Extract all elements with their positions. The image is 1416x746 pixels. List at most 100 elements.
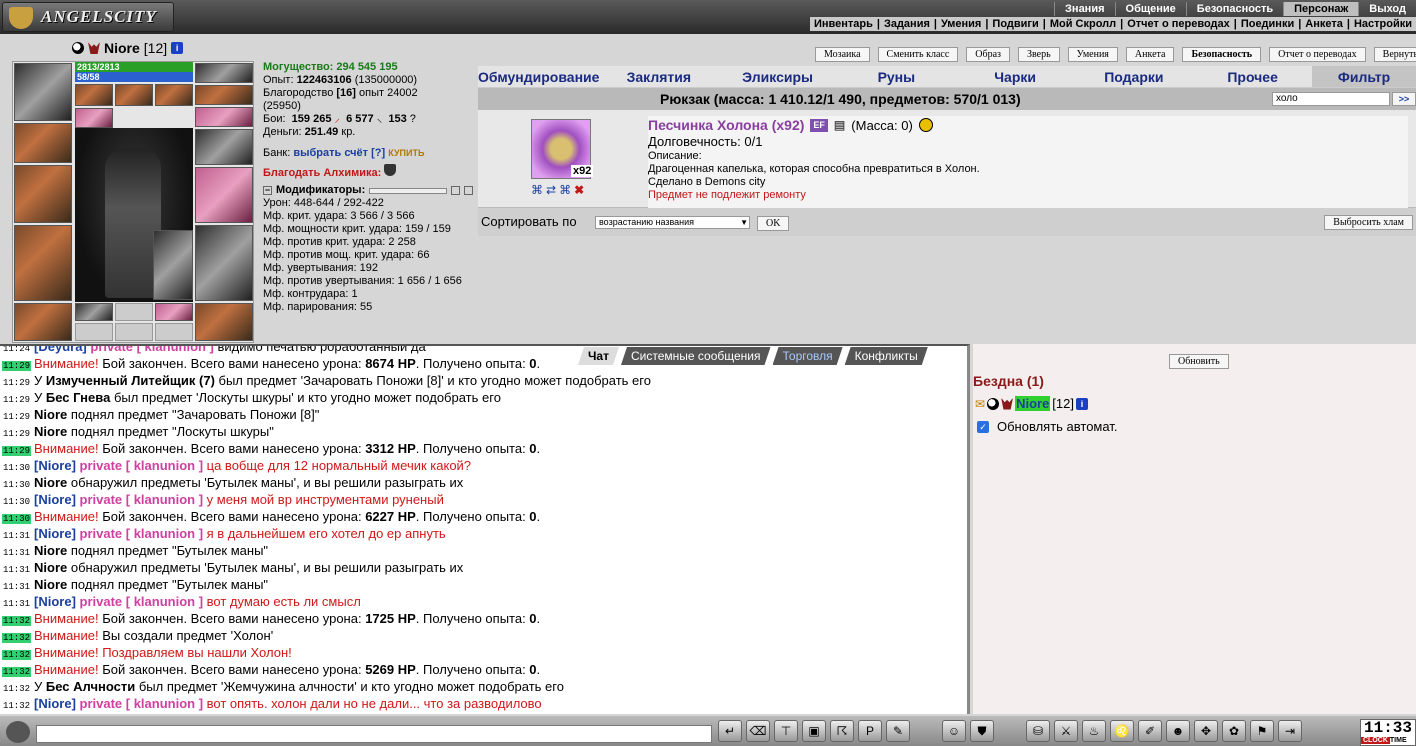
top-menu-item[interactable]: Общение	[1114, 2, 1186, 16]
friends-icon[interactable]: ✿	[1222, 720, 1246, 742]
filter-go-button[interactable]: >>	[1392, 92, 1416, 106]
mask-icon[interactable]: ☻	[1166, 720, 1190, 742]
fight-icon[interactable]: ☈	[830, 720, 854, 742]
inventory-tab[interactable]: Чарки	[956, 66, 1075, 87]
sub-menu-item[interactable]: Умения	[937, 17, 985, 31]
rune-slot-6[interactable]	[155, 323, 193, 341]
sort-ok-button[interactable]: OK	[757, 216, 790, 231]
chat-tab[interactable]: Конфликты	[845, 347, 928, 365]
chat-input[interactable]	[36, 725, 712, 743]
rune-slot-2[interactable]	[115, 303, 153, 321]
private-tag[interactable]: private [ klanunion ]	[80, 458, 207, 473]
top-menu-item[interactable]: Персонаж	[1283, 2, 1359, 16]
info-icon[interactable]: i	[1075, 397, 1088, 410]
buy-link[interactable]: КУПИТЬ	[388, 148, 424, 158]
info-icon[interactable]: i	[171, 42, 184, 54]
delete-icon[interactable]: ✖	[574, 183, 584, 197]
translit-icon[interactable]: ✎	[886, 720, 910, 742]
inventory-icon[interactable]: ⛁	[1026, 720, 1050, 742]
filter-input[interactable]: холо	[1272, 92, 1390, 106]
weapon-slot[interactable]	[14, 165, 72, 223]
action-button[interactable]: Сменить класс	[877, 47, 959, 62]
chat-timestamp[interactable]: 11:32	[2, 684, 31, 694]
sort-select[interactable]: возрастанию названия ▼	[595, 216, 750, 229]
auto-refresh-checkbox[interactable]: ✓	[977, 420, 989, 433]
rune-slot-3[interactable]	[155, 303, 193, 321]
shield-slot[interactable]	[195, 167, 253, 223]
split-icon[interactable]: ⌘	[559, 183, 571, 197]
sub-menu-item[interactable]: Отчет о переводах	[1123, 17, 1234, 31]
amulet-slot[interactable]	[75, 108, 113, 128]
ring-slot-1[interactable]	[75, 84, 113, 106]
item-name[interactable]: Песчинка Холона (x92)	[648, 118, 804, 132]
chat-timestamp[interactable]: 11:29	[2, 361, 32, 371]
exit-icon[interactable]: ⇥	[1278, 720, 1302, 742]
chat-timestamp[interactable]: 11:29	[2, 378, 31, 388]
chat-timestamp[interactable]: 11:32	[2, 650, 32, 660]
chat-timestamp[interactable]: 11:32	[2, 667, 32, 677]
private-tag[interactable]: private [ klanunion ]	[90, 346, 217, 354]
chat-timestamp[interactable]: 11:31	[2, 565, 31, 575]
collapse-icon[interactable]: −	[263, 186, 272, 195]
bracer-slot[interactable]	[195, 129, 253, 165]
action-button[interactable]: Мозаика	[815, 47, 870, 62]
action-button[interactable]: Зверь	[1017, 47, 1060, 62]
top-menu-item[interactable]: Знания	[1054, 2, 1114, 16]
action-button[interactable]: Безопасность	[1182, 47, 1262, 62]
sub-menu-item[interactable]: Инвентарь	[810, 17, 877, 31]
inventory-tab[interactable]: Прочее	[1193, 66, 1312, 87]
player-name-link[interactable]: Niore	[1015, 396, 1051, 411]
belt-slot[interactable]	[14, 303, 72, 341]
private-tag[interactable]: private [ klanunion ]	[80, 696, 207, 711]
sub-menu-item[interactable]: Настройки	[1350, 17, 1416, 31]
boots-slot[interactable]	[195, 303, 253, 341]
action-button[interactable]: Образ	[966, 47, 1010, 62]
drop-junk-button[interactable]: Выбросить хлам	[1324, 215, 1413, 230]
inventory-tab[interactable]: Заклятия	[599, 66, 718, 87]
chat-timestamp[interactable]: 11:31	[2, 531, 31, 541]
chat-nick-link[interactable]: [Niore]	[34, 458, 80, 473]
chat-timestamp[interactable]: 11:30	[2, 514, 32, 524]
chat-nick-link[interactable]: [Niore]	[34, 492, 80, 507]
chat-nick-link[interactable]: [Niore]	[34, 526, 80, 541]
chat-timestamp[interactable]: 11:30	[2, 480, 31, 490]
chat-timestamp[interactable]: 11:32	[2, 616, 32, 626]
sub-menu-item[interactable]: Анкета	[1301, 17, 1347, 31]
top-menu-item[interactable]: Выход	[1358, 2, 1416, 16]
rune-slot-5[interactable]	[115, 323, 153, 341]
chat-timestamp[interactable]: 11:30	[2, 497, 31, 507]
dropdown-icon[interactable]	[464, 186, 473, 195]
xp-elixir-slot[interactable]	[115, 84, 153, 106]
sub-menu-item[interactable]: Поединки	[1237, 17, 1298, 31]
shield-icon[interactable]: ⛊	[970, 720, 994, 742]
transfer-icon[interactable]: ⇄	[546, 183, 556, 197]
action-button[interactable]: Умения	[1067, 47, 1118, 62]
inventory-tab[interactable]: Эликсиры	[718, 66, 837, 87]
private-message-icon[interactable]: ✉	[975, 397, 985, 411]
minus-icon[interactable]	[451, 186, 460, 195]
chat-tab[interactable]: Чат	[578, 347, 619, 365]
demon-clan-icon[interactable]	[88, 42, 100, 54]
chat-nick-link[interactable]: [Deydra]	[34, 346, 90, 354]
gift-icon[interactable]: ✥	[1194, 720, 1218, 742]
sub-menu-item[interactable]: Подвиги	[988, 17, 1042, 31]
rune-slot-4[interactable]	[75, 323, 113, 341]
demon-clan-icon[interactable]	[1001, 397, 1014, 410]
action-button[interactable]: Вернуться	[1373, 47, 1416, 62]
armor-slot[interactable]	[14, 225, 72, 301]
rune-slot-1[interactable]	[75, 303, 113, 321]
action-button[interactable]: Отчет о переводах	[1269, 47, 1366, 62]
smiley-menu-icon[interactable]	[6, 721, 30, 743]
private-tag[interactable]: private [ klanunion ]	[80, 492, 207, 507]
potion-icon[interactable]: ♨	[1082, 720, 1106, 742]
helmet-slot[interactable]	[14, 63, 72, 121]
ring-slot-3[interactable]	[195, 107, 253, 127]
refresh-button[interactable]: Обновить	[1169, 354, 1229, 369]
chat-timestamp[interactable]: 11:29	[2, 412, 31, 422]
clear-icon[interactable]: ⌫	[746, 720, 770, 742]
alchemist-icon[interactable]	[384, 164, 397, 176]
chat-timestamp[interactable]: 11:24	[2, 346, 31, 354]
sub-menu-item[interactable]: Задания	[880, 17, 934, 31]
bank-select-link[interactable]: выбрать счёт	[293, 147, 368, 159]
chat-tab[interactable]: Торговля	[773, 347, 843, 365]
